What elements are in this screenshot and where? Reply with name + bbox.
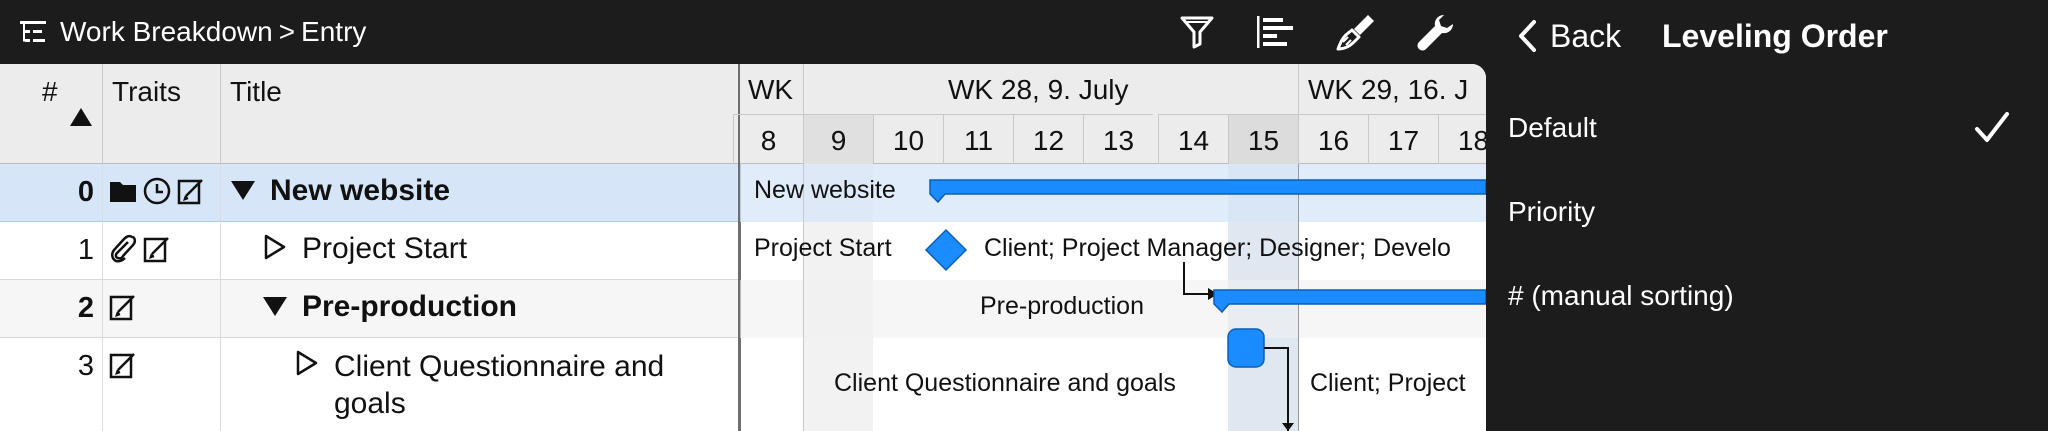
table-header: # Traits Title: [0, 64, 740, 164]
main-panel: # Traits Title 0 New website 1 Project S…: [0, 64, 1486, 431]
work-breakdown-icon: [20, 21, 46, 42]
option-default[interactable]: Default: [1486, 88, 2048, 168]
back-label: Back: [1550, 17, 1622, 54]
dependency-arrow: [1264, 347, 1289, 431]
breadcrumb-current: Entry: [301, 16, 367, 47]
note-icon: [109, 295, 135, 321]
day-label: 16: [1298, 114, 1368, 164]
gantt-label-project-start: Project Start: [754, 234, 892, 262]
chevron-left-icon: [1519, 20, 1536, 52]
clock-icon: [143, 177, 171, 205]
row-title: New website: [228, 174, 450, 208]
row-traits: [108, 176, 206, 206]
gantt-header: WK WK 28, 9. July WK 29, 16. J 8 9 10 11…: [733, 64, 1486, 164]
table-row[interactable]: 0 New website: [0, 164, 740, 222]
back-button[interactable]: Back: [1516, 14, 1621, 58]
collapse-triangle-icon[interactable]: [260, 290, 290, 320]
summary-bar-new-website: [929, 179, 1486, 204]
dependency-arrow: [1183, 262, 1208, 295]
gantt-chart: WK WK 28, 9. July WK 29, 16. J 8 9 10 11…: [733, 64, 1486, 431]
day-label: 11: [943, 114, 1013, 164]
day-label: 18: [1438, 114, 1486, 164]
table-row[interactable]: 3 Client Questionnaire and goals: [0, 338, 740, 431]
row-number: 2: [77, 292, 94, 324]
app-window: Work Breakdown > Entry # Traits Title 0 …: [0, 0, 2048, 431]
checkmark-icon: [1975, 112, 2009, 142]
day-label: 12: [1013, 114, 1083, 164]
breadcrumb[interactable]: Work Breakdown > Entry: [18, 14, 366, 50]
day-label: 17: [1368, 114, 1438, 164]
row-traits: [108, 350, 138, 380]
expand-triangle-icon[interactable]: [260, 232, 290, 262]
row-traits: [108, 292, 138, 322]
breadcrumb-separator: >: [278, 16, 296, 47]
week-label: WK 29, 16. J: [1308, 74, 1469, 105]
gantt-label-client-questionnaire: Client Questionnaire and goals: [834, 369, 1176, 397]
week-label: WK 28, 9. July: [948, 74, 1129, 105]
settings-wrench-icon[interactable]: [1414, 12, 1458, 52]
column-header-traits[interactable]: Traits: [112, 64, 181, 164]
filter-icon[interactable]: [1176, 12, 1220, 52]
column-header-number[interactable]: #: [42, 64, 58, 164]
sort-ascending-icon[interactable]: [68, 106, 94, 128]
table-row[interactable]: 1 Project Start: [0, 222, 740, 280]
top-toolbar: Work Breakdown > Entry: [0, 0, 1486, 64]
option-manual-sorting[interactable]: # (manual sorting): [1486, 256, 2048, 336]
note-icon: [109, 353, 135, 379]
row-title: Project Start: [260, 232, 467, 266]
day-label: 13: [1083, 114, 1153, 164]
column-header-title[interactable]: Title: [230, 64, 282, 164]
row-number: 3: [77, 350, 94, 382]
note-icon: [177, 179, 203, 205]
day-label: 15: [1228, 114, 1298, 164]
gantt-label-pre-production: Pre-production: [980, 292, 1144, 320]
row-number: 0: [77, 176, 94, 208]
day-label: 8: [733, 114, 803, 164]
attachment-icon: [111, 234, 137, 263]
week-label: WK: [748, 74, 794, 105]
note-icon: [143, 237, 169, 263]
row-number: 1: [77, 234, 94, 266]
summary-bar-pre-production: [1213, 289, 1486, 314]
row-traits: [108, 234, 172, 264]
day-label: 10: [873, 114, 943, 164]
row-title: Pre-production: [260, 290, 517, 324]
gantt-label-resources: Client; Project: [1310, 369, 1466, 397]
folder-icon: [110, 182, 136, 202]
leveling-order-popover: Back Leveling Order Default Priority # (…: [1486, 0, 2048, 431]
breadcrumb-root[interactable]: Work Breakdown: [60, 16, 273, 48]
day-label: 9: [803, 114, 873, 164]
gantt-label-resources: Client; Project Manager; Designer; Devel…: [984, 234, 1451, 262]
gantt-layout-icon[interactable]: [1254, 12, 1298, 52]
day-label: 14: [1158, 114, 1228, 164]
row-title: Client Questionnaire and goals: [292, 348, 664, 422]
table-row[interactable]: 2 Pre-production: [0, 280, 740, 338]
task-bar-client-questionnaire: [1227, 328, 1265, 368]
style-brush-icon[interactable]: [1334, 12, 1378, 52]
milestone-project-start: [924, 228, 968, 272]
expand-triangle-icon[interactable]: [292, 348, 322, 378]
task-table: # Traits Title 0 New website 1 Project S…: [0, 64, 740, 431]
gantt-label-new-website: New website: [754, 176, 896, 204]
popover-title: Leveling Order: [1662, 17, 1888, 54]
option-priority[interactable]: Priority: [1486, 172, 2048, 252]
collapse-triangle-icon[interactable]: [228, 174, 258, 204]
